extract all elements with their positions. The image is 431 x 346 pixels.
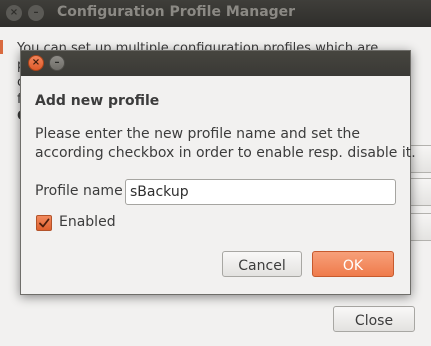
ok-button[interactable]: OK (312, 251, 394, 277)
parent-minimize-icon[interactable]: – (28, 5, 44, 21)
check-icon (39, 218, 50, 228)
parent-window-title: Configuration Profile Manager (57, 4, 296, 20)
dialog-minimize-icon[interactable]: – (49, 55, 65, 71)
dialog-message-line: Please enter the new profile name and se… (35, 126, 360, 142)
enabled-checkbox[interactable] (36, 215, 52, 231)
profile-name-input[interactable] (125, 179, 396, 205)
add-profile-dialog: × – Add new profile Please enter the new… (20, 50, 416, 295)
dialog-message: Please enter the new profile name and se… (35, 125, 416, 163)
dialog-message-line: according checkbox in order to enable re… (35, 145, 416, 161)
parent-close-icon[interactable]: × (6, 5, 22, 21)
dialog-titlebar: × – (21, 51, 410, 76)
parent-titlebar: × – Configuration Profile Manager (0, 0, 431, 27)
cancel-button[interactable]: Cancel (222, 251, 302, 277)
dialog-close-icon[interactable]: × (28, 55, 44, 71)
parent-left-marker (0, 40, 3, 54)
profile-name-label: Profile name (35, 183, 123, 199)
dialog-heading: Add new profile (35, 93, 160, 109)
close-button[interactable]: Close (333, 306, 415, 332)
enabled-label[interactable]: Enabled (59, 214, 116, 230)
